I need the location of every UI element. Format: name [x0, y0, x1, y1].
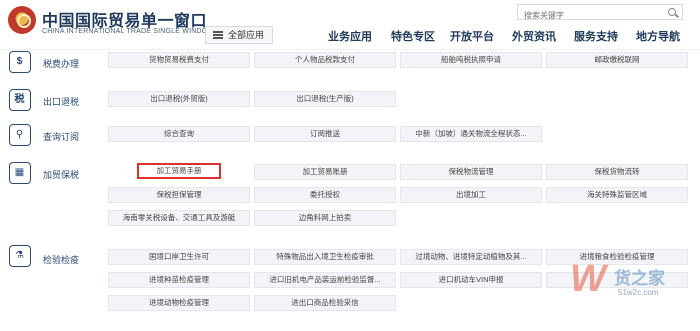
app-commodity-inspection-adoption[interactable]: 进出口商品检验采信 [254, 295, 396, 311]
nav-local-navigation[interactable]: 地方导航 [636, 28, 680, 44]
app-processing-trade-manual[interactable]: 加工贸易手册 [137, 163, 221, 179]
section-label-tax: 税费办理 [43, 59, 80, 69]
app-bonded-logistics[interactable]: 保税物流管理 [400, 164, 542, 180]
brand-subtitle: CHINA INTERNATIONAL TRADE SINGLE WINDOW [42, 28, 215, 35]
single-window-logo[interactable] [8, 6, 36, 34]
app-comprehensive-query[interactable]: 综合查询 [108, 126, 250, 142]
app-goods-tax-payment[interactable]: 货物贸易税费支付 [108, 52, 250, 68]
all-apps-button[interactable]: 全部应用 [205, 26, 273, 44]
header: 中国国际贸易单一窗口 CHINA INTERNATIONAL TRADE SIN… [0, 0, 700, 48]
app-scrap-online-auction[interactable]: 边角料网上拍卖 [254, 210, 396, 226]
app-animal-quarantine[interactable]: 进境动物检疫管理 [108, 295, 250, 311]
nav-service-support[interactable]: 服务支持 [574, 28, 618, 44]
header-divider [0, 49, 700, 50]
watermark-logo: W 货之家 51w2c.com [570, 258, 665, 300]
search-box [517, 4, 683, 23]
app-export-refund-production[interactable]: 出口退税(生产版) [254, 91, 396, 107]
app-port-health-permit[interactable]: 国境口岸卫生许可 [108, 249, 250, 265]
app-outbound-processing[interactable]: 出境加工 [400, 187, 542, 203]
nav-open-platform[interactable]: 开放平台 [450, 28, 494, 44]
app-used-mechanical-inspection[interactable]: 进口旧机电产品装运前检验监督... [254, 272, 396, 288]
section-label-export-refund: 出口退税 [43, 97, 80, 107]
inspection-quarantine-icon: ⚗ [9, 245, 31, 267]
app-subscription-push[interactable]: 订阅推送 [254, 126, 396, 142]
app-transit-animals-plants[interactable]: 过境动物、进境特定动植物及其... [400, 249, 542, 265]
app-seedling-quarantine[interactable]: 进境种苗检疫管理 [108, 272, 250, 288]
all-apps-label: 全部应用 [228, 30, 265, 40]
app-special-items-quarantine[interactable]: 特殊物品出入境卫生检疫审批 [254, 249, 396, 265]
app-entrusted-authorization[interactable]: 委托授权 [254, 187, 396, 203]
app-export-refund-trade[interactable]: 出口退税(外贸版) [108, 91, 250, 107]
app-special-supervision-zone[interactable]: 海关特殊监管区域 [546, 187, 688, 203]
app-imported-vehicle-vin[interactable]: 进口机动车VIN申报 [400, 272, 542, 288]
nav-trade-news[interactable]: 外贸资讯 [512, 28, 556, 44]
app-bonded-guarantee[interactable]: 保税担保管理 [108, 187, 250, 203]
search-icon[interactable] [668, 8, 676, 16]
section-label-bonded: 加贸保税 [43, 170, 80, 180]
app-postal-tax-network[interactable]: 邮政缴税联网 [546, 52, 688, 68]
bonded-processing-icon: ▦ [9, 162, 31, 184]
app-personal-tax-payment[interactable]: 个人物品税款支付 [254, 52, 396, 68]
export-refund-icon: 税 [9, 89, 31, 111]
nav-business-apps[interactable]: 业务应用 [328, 28, 372, 44]
search-input[interactable] [518, 8, 658, 23]
tax-payment-icon: $ [9, 51, 31, 73]
section-label-inspection: 检验检疫 [43, 255, 80, 265]
app-tonnage-tax-license[interactable]: 船舶吨税执照申请 [400, 52, 542, 68]
app-processing-trade-account[interactable]: 加工贸易账册 [254, 164, 396, 180]
query-subscribe-icon: ⚲ [9, 124, 31, 146]
section-label-query: 查询订阅 [43, 132, 80, 142]
menu-icon [213, 31, 223, 39]
nav-special-zone[interactable]: 特色专区 [391, 28, 435, 44]
app-china-singapore-logistics[interactable]: 中新（加坡）通关物流全程状态... [400, 126, 542, 142]
app-hainan-zero-tariff[interactable]: 海南零关税设备、交通工具及游艇 [108, 210, 250, 226]
app-bonded-goods-transfer[interactable]: 保税货物流转 [546, 164, 688, 180]
